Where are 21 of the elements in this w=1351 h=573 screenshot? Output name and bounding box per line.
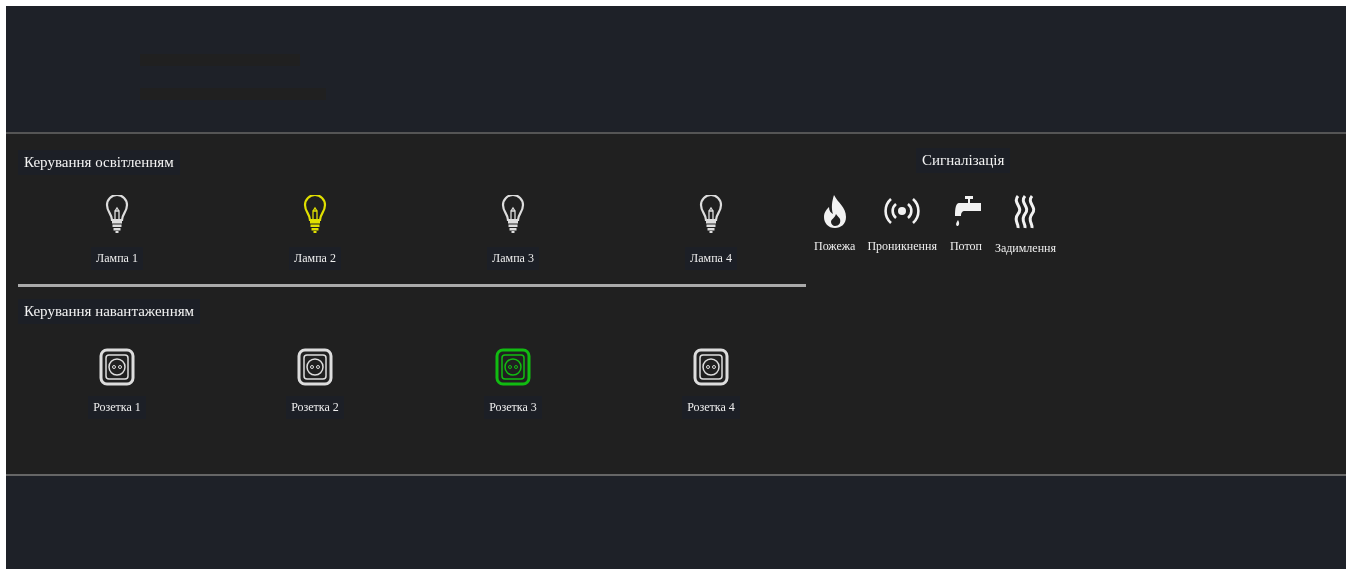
alarm-label: Задимлення — [994, 240, 1057, 257]
socket-label: Розетка 3 — [484, 396, 542, 419]
light-bulb-icon[interactable] — [105, 195, 129, 235]
light-bulb-icon[interactable] — [303, 195, 327, 235]
section-title: Керування навантаженням — [18, 299, 201, 324]
power-socket-icon[interactable] — [495, 348, 531, 386]
alarm-label: Проникнення — [867, 238, 937, 255]
socket-label: Розетка 2 — [286, 396, 344, 419]
section-title: Сигналізація — [916, 148, 1011, 173]
lamp-label: Лампа 1 — [91, 247, 143, 270]
light-bulb-icon[interactable] — [501, 195, 525, 235]
socket-label: Розетка 1 — [88, 396, 146, 419]
alarm-label: Пожежа — [814, 238, 856, 255]
flame-icon — [821, 193, 848, 229]
lamp-label: Лампа 3 — [487, 247, 539, 270]
lamp-label: Лампа 4 — [685, 247, 737, 270]
light-bulb-icon[interactable] — [699, 195, 723, 235]
socket-label: Розетка 4 — [682, 396, 740, 419]
section-title: Керування освітленням — [18, 150, 180, 175]
alarm-label: Потоп — [949, 238, 982, 255]
lamp-label: Лампа 2 — [289, 247, 341, 270]
